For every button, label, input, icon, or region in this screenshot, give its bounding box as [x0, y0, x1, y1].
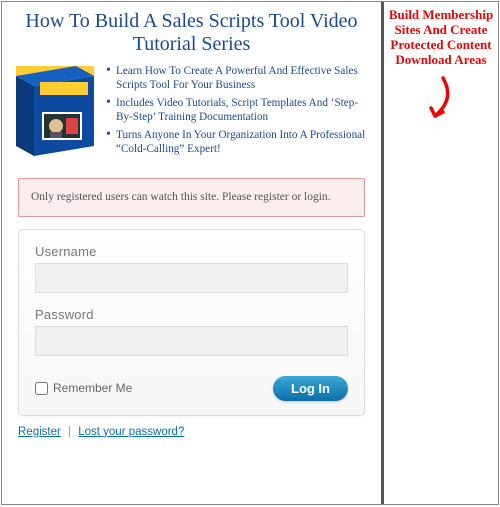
feature-bullet: Learn How To Create A Powerful And Effec…: [106, 64, 371, 92]
remember-me[interactable]: Remember Me: [35, 381, 132, 395]
callout-text: Build Membership Sites And Create Protec…: [386, 8, 496, 68]
feature-bullet: Includes Video Tutorials, Script Templat…: [106, 96, 371, 124]
separator: |: [68, 426, 71, 438]
feature-list: Learn How To Create A Powerful And Effec…: [106, 64, 371, 160]
hero-row: Learn How To Create A Powerful And Effec…: [2, 64, 381, 164]
register-link[interactable]: Register: [18, 426, 61, 438]
remember-checkbox[interactable]: [35, 382, 48, 395]
annotation-panel: Build Membership Sites And Create Protec…: [384, 2, 498, 504]
feature-bullet: Turns Anyone In Your Organization Into A…: [106, 128, 371, 156]
login-form: Username Password Remember Me Log In: [18, 229, 365, 416]
footer-links: Register | Lost your password?: [18, 426, 365, 438]
product-boxshot: [12, 64, 100, 160]
password-label: Password: [35, 307, 348, 322]
access-notice: Only registered users can watch this sit…: [18, 178, 365, 217]
page-title: How To Build A Sales Scripts Tool Video …: [10, 10, 373, 56]
login-button[interactable]: Log In: [273, 376, 348, 401]
main-panel: How To Build A Sales Scripts Tool Video …: [2, 2, 384, 504]
remember-label: Remember Me: [53, 381, 132, 395]
arrow-icon: [386, 74, 496, 130]
username-label: Username: [35, 244, 348, 259]
password-input[interactable]: [35, 326, 348, 356]
lost-password-link[interactable]: Lost your password?: [78, 426, 184, 438]
username-input[interactable]: [35, 263, 348, 293]
